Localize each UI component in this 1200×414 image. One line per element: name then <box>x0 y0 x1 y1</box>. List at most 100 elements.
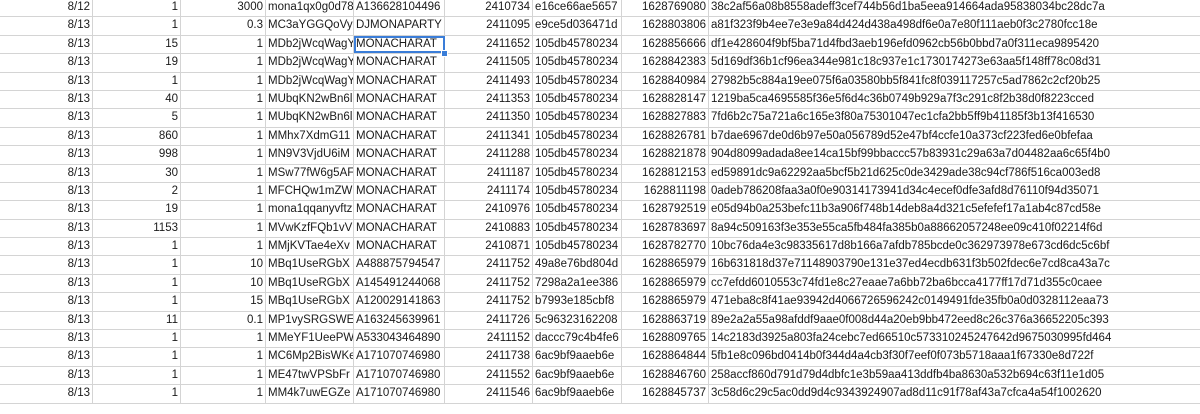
date-cell[interactable]: 8/13 <box>0 72 93 90</box>
timestamp-cell[interactable]: 1628827883 <box>622 109 709 127</box>
address-cell[interactable]: MDb2jWcqWagY <box>266 35 354 54</box>
date-cell[interactable]: 8/13 <box>0 238 93 256</box>
asset-cell[interactable]: A171070746980 <box>354 366 445 385</box>
quantity-cell[interactable]: 11 <box>93 311 181 330</box>
tx-hash-cell[interactable]: 471eba8c8f41ae93942d4066726596242c014949… <box>709 293 1200 310</box>
block-cell[interactable]: 2411552 <box>445 366 533 385</box>
tx-hash-cell[interactable]: b7dae6967de0d6b97e50a056789d52e47bf4ccfe… <box>709 128 1200 145</box>
hash-prefix-cell[interactable]: 105db45780234 <box>533 219 622 238</box>
block-cell[interactable]: 2411726 <box>445 311 533 330</box>
hash-prefix-cell[interactable]: 105db45780234 <box>533 238 622 256</box>
asset-cell[interactable]: MONACHARAT <box>354 164 445 182</box>
asset-cell[interactable]: A136628104496 <box>354 0 445 17</box>
address-cell[interactable]: MMhx7XdmG11 <box>266 127 354 146</box>
quantity-cell[interactable]: 860 <box>93 127 181 146</box>
address-cell[interactable]: MVwKzfFQb1vV <box>266 219 354 238</box>
date-cell[interactable]: 8/13 <box>0 90 93 109</box>
tx-hash-cell[interactable]: 5d169df36b1cf96ea344e981c18c937e1c173017… <box>709 54 1200 71</box>
timestamp-cell[interactable]: 1628846760 <box>622 366 709 385</box>
tx-hash-cell[interactable]: 1219ba5ca4695585f36e5f6d4c36b0749b929a7f… <box>709 91 1200 108</box>
tx-hash-cell[interactable]: 7fd6b2c75a721a6c165e3f80a75301047ec1cfa2… <box>709 109 1200 126</box>
timestamp-cell[interactable]: 1628812153 <box>622 164 709 182</box>
quantity-cell[interactable]: 1 <box>93 274 181 293</box>
timestamp-cell[interactable]: 1628865979 <box>622 293 709 311</box>
asset-cell[interactable]: MONACHARAT <box>354 201 445 219</box>
block-cell[interactable]: 2411350 <box>445 109 533 127</box>
timestamp-cell[interactable]: 1628865979 <box>622 256 709 274</box>
quantity-cell[interactable]: 2 <box>93 182 181 201</box>
tx-hash-cell[interactable]: 14c2183d3925a803fa24cebc7ed66510c5733102… <box>709 330 1200 347</box>
hash-prefix-cell[interactable]: 105db45780234 <box>533 72 622 90</box>
address-cell[interactable]: MM4k7uwEGZe <box>266 385 354 403</box>
address-cell[interactable]: MFCHQw1mZW <box>266 182 354 201</box>
address-cell[interactable]: MBq1UseRGbX <box>266 256 354 274</box>
date-cell[interactable]: 8/12 <box>0 0 93 17</box>
amount-cell[interactable]: 1 <box>181 164 266 182</box>
hash-prefix-cell[interactable]: 105db45780234 <box>533 35 622 54</box>
date-cell[interactable]: 8/13 <box>0 330 93 348</box>
quantity-cell[interactable]: 1 <box>93 348 181 366</box>
hash-prefix-cell[interactable]: 105db45780234 <box>533 182 622 201</box>
amount-cell[interactable]: 1 <box>181 127 266 146</box>
timestamp-cell[interactable]: 1628865979 <box>622 274 709 293</box>
address-cell[interactable]: MUbqKN2wBn6l <box>266 109 354 127</box>
quantity-cell[interactable]: 5 <box>93 109 181 127</box>
asset-cell[interactable]: MONACHARAT <box>354 109 445 127</box>
block-cell[interactable]: 2411152 <box>445 330 533 348</box>
hash-prefix-cell[interactable]: 105db45780234 <box>533 109 622 127</box>
date-cell[interactable]: 8/13 <box>0 127 93 146</box>
address-cell[interactable]: MN9V3VjdU6iM <box>266 146 354 164</box>
hash-prefix-cell[interactable]: e16ce66ae5657 <box>533 0 622 17</box>
asset-cell[interactable]: MONACHARAT <box>354 146 445 164</box>
asset-cell[interactable]: A120029141863 <box>354 293 445 311</box>
block-cell[interactable]: 2411187 <box>445 164 533 182</box>
asset-cell[interactable]: MONACHARAT <box>354 72 445 90</box>
date-cell[interactable]: 8/13 <box>0 311 93 330</box>
quantity-cell[interactable]: 19 <box>93 201 181 219</box>
quantity-cell[interactable]: 1 <box>93 293 181 311</box>
asset-cell[interactable]: MONACHARAT <box>354 238 445 256</box>
asset-cell-selected[interactable]: MONACHARAT <box>354 35 445 54</box>
address-cell[interactable]: MDb2jWcqWagY <box>266 72 354 90</box>
tx-hash-cell[interactable]: 38c2af56a08b8558adeff3cef744b56d1ba5eea9… <box>709 0 1200 16</box>
hash-prefix-cell[interactable]: 6ac9bf9aaeb6e <box>533 385 622 403</box>
timestamp-cell[interactable]: 1628842383 <box>622 54 709 72</box>
amount-cell[interactable]: 1 <box>181 238 266 256</box>
amount-cell[interactable]: 1 <box>181 201 266 219</box>
hash-prefix-cell[interactable]: 5c96323162208 <box>533 311 622 330</box>
date-cell[interactable]: 8/13 <box>0 348 93 366</box>
block-cell[interactable]: 2411341 <box>445 127 533 146</box>
block-cell[interactable]: 2411353 <box>445 90 533 109</box>
quantity-cell[interactable]: 1 <box>93 385 181 403</box>
quantity-cell[interactable]: 19 <box>93 54 181 72</box>
tx-hash-cell[interactable]: 3c58d6c29c5ac0dd9d4c9343924907ad8d11c91f… <box>709 385 1200 402</box>
timestamp-cell[interactable]: 1628864844 <box>622 348 709 366</box>
block-cell[interactable]: 2411174 <box>445 182 533 201</box>
amount-cell[interactable]: 1 <box>181 72 266 90</box>
asset-cell[interactable]: A145491244068 <box>354 274 445 293</box>
tx-hash-cell[interactable]: 258accf860d791d79d4dbfc1e3b59aa413ddfb4b… <box>709 367 1200 384</box>
block-cell[interactable]: 2411752 <box>445 274 533 293</box>
amount-cell[interactable]: 1 <box>181 109 266 127</box>
timestamp-cell[interactable]: 1628856666 <box>622 35 709 54</box>
hash-prefix-cell[interactable]: 49a8e76bd804d <box>533 256 622 274</box>
quantity-cell[interactable]: 40 <box>93 90 181 109</box>
hash-prefix-cell[interactable]: 7298a2a1ee386 <box>533 274 622 293</box>
timestamp-cell[interactable]: 1628845737 <box>622 385 709 403</box>
tx-hash-cell[interactable]: ed59891dc9a62292aa5bcf5b21d625c0de3429ad… <box>709 165 1200 182</box>
block-cell[interactable]: 2410871 <box>445 238 533 256</box>
date-cell[interactable]: 8/13 <box>0 293 93 311</box>
hash-prefix-cell[interactable]: 105db45780234 <box>533 127 622 146</box>
block-cell[interactable]: 2410734 <box>445 0 533 17</box>
date-cell[interactable]: 8/13 <box>0 17 93 35</box>
asset-cell[interactable]: MONACHARAT <box>354 219 445 238</box>
quantity-cell[interactable]: 1153 <box>93 219 181 238</box>
quantity-cell[interactable]: 998 <box>93 146 181 164</box>
date-cell[interactable]: 8/13 <box>0 219 93 238</box>
date-cell[interactable]: 8/13 <box>0 366 93 385</box>
amount-cell[interactable]: 15 <box>181 293 266 311</box>
amount-cell[interactable]: 10 <box>181 274 266 293</box>
block-cell[interactable]: 2411752 <box>445 256 533 274</box>
address-cell[interactable]: MP1vySRGSWE <box>266 311 354 330</box>
address-cell[interactable]: mona1qqanyvftz <box>266 201 354 219</box>
